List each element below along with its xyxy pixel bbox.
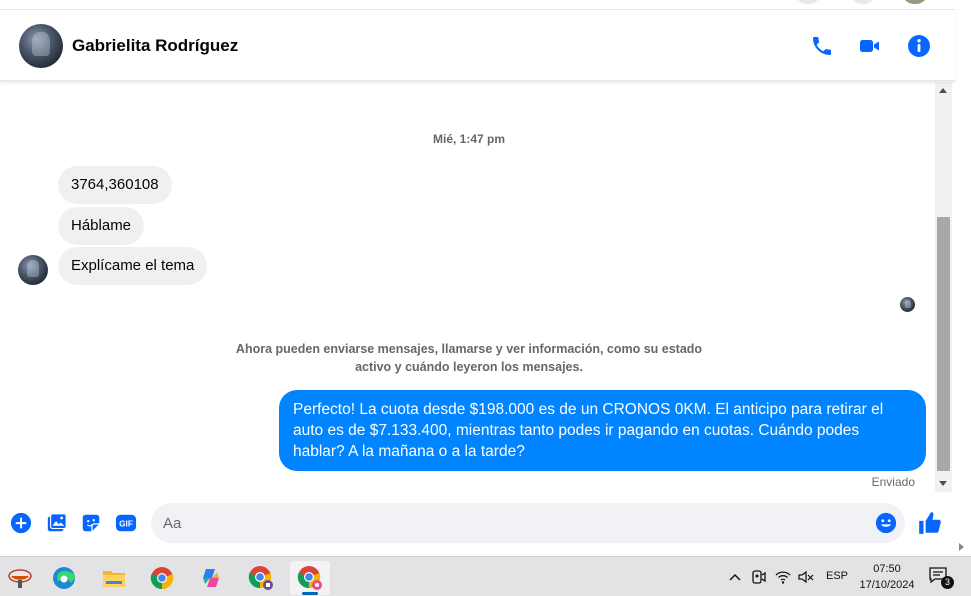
scroll-thumb[interactable]	[937, 217, 950, 471]
chat-scrollbar[interactable]	[935, 82, 952, 492]
chrome-icon[interactable]	[142, 561, 182, 595]
message-input-wrap[interactable]	[151, 503, 905, 543]
start-icon[interactable]	[0, 561, 40, 595]
notification-center[interactable]: 3	[928, 566, 954, 589]
incoming-message[interactable]: Háblame	[58, 207, 145, 245]
thumbs-up-icon[interactable]	[917, 510, 943, 536]
emoji-icon[interactable]	[875, 512, 897, 534]
notification-badge: 3	[941, 576, 954, 589]
read-receipt-avatar	[900, 297, 915, 312]
messenger-window: Gabrielita Rodríguez Mié, 1:47 pm 3764,3…	[0, 0, 971, 596]
sender-avatar[interactable]	[18, 255, 48, 285]
info-icon[interactable]	[907, 34, 931, 58]
meet-now-icon[interactable]	[750, 568, 768, 586]
toolbar-avatar-stub[interactable]	[902, 0, 928, 4]
chevron-up-icon[interactable]	[726, 568, 744, 586]
incoming-message[interactable]: 3764,360108	[58, 166, 172, 204]
message-composer: GIF	[0, 496, 955, 552]
message-list[interactable]: Mié, 1:47 pm 3764,360108 Háblame Explíca…	[0, 82, 955, 492]
toolbar-avatar-stub[interactable]	[850, 0, 876, 4]
sticker-icon[interactable]	[80, 512, 102, 534]
video-camera-icon[interactable]	[858, 34, 882, 58]
clock-date: 17/10/2024	[859, 579, 915, 591]
gif-label: GIF	[119, 520, 133, 529]
page-scrollbar[interactable]	[955, 0, 971, 556]
message-timestamp: Mié, 1:47 pm	[432, 132, 506, 146]
message-input[interactable]	[163, 503, 863, 543]
phone-icon[interactable]	[810, 34, 834, 58]
window-top-strip	[0, 0, 955, 10]
chrome-profile-icon[interactable]	[241, 561, 281, 595]
scroll-up-icon[interactable]	[939, 88, 947, 93]
gif-icon[interactable]: GIF	[115, 512, 137, 534]
copilot-icon[interactable]	[191, 561, 231, 595]
os-taskbar: ESP 07:50 17/10/2024 3	[0, 556, 971, 596]
wifi-icon[interactable]	[774, 568, 792, 586]
chrome-active-icon[interactable]	[290, 561, 330, 595]
privacy-notice: Ahora pueden enviarse mensajes, llamarse…	[235, 342, 703, 374]
toolbar-avatar-stub[interactable]	[795, 0, 821, 4]
edge-icon[interactable]	[44, 561, 84, 595]
contact-name[interactable]: Gabrielita Rodríguez	[72, 36, 238, 56]
image-icon[interactable]	[46, 512, 68, 534]
volume-muted-icon[interactable]	[797, 568, 815, 586]
clock-time: 07:50	[873, 563, 901, 575]
file-explorer-icon[interactable]	[94, 561, 134, 595]
scroll-down-icon[interactable]	[939, 481, 947, 486]
sent-status: Enviado	[871, 475, 915, 489]
outgoing-message[interactable]: Perfecto! La cuota desde $198.000 es de …	[279, 390, 926, 471]
scroll-right-icon[interactable]	[959, 543, 964, 551]
plus-icon[interactable]	[10, 512, 32, 534]
system-clock[interactable]: 07:50 17/10/2024	[852, 561, 922, 593]
contact-avatar[interactable]	[19, 24, 63, 68]
incoming-message[interactable]: Explícame el tema	[58, 247, 208, 285]
chat-header: Gabrielita Rodríguez	[0, 11, 955, 81]
language-indicator[interactable]: ESP	[826, 570, 848, 582]
